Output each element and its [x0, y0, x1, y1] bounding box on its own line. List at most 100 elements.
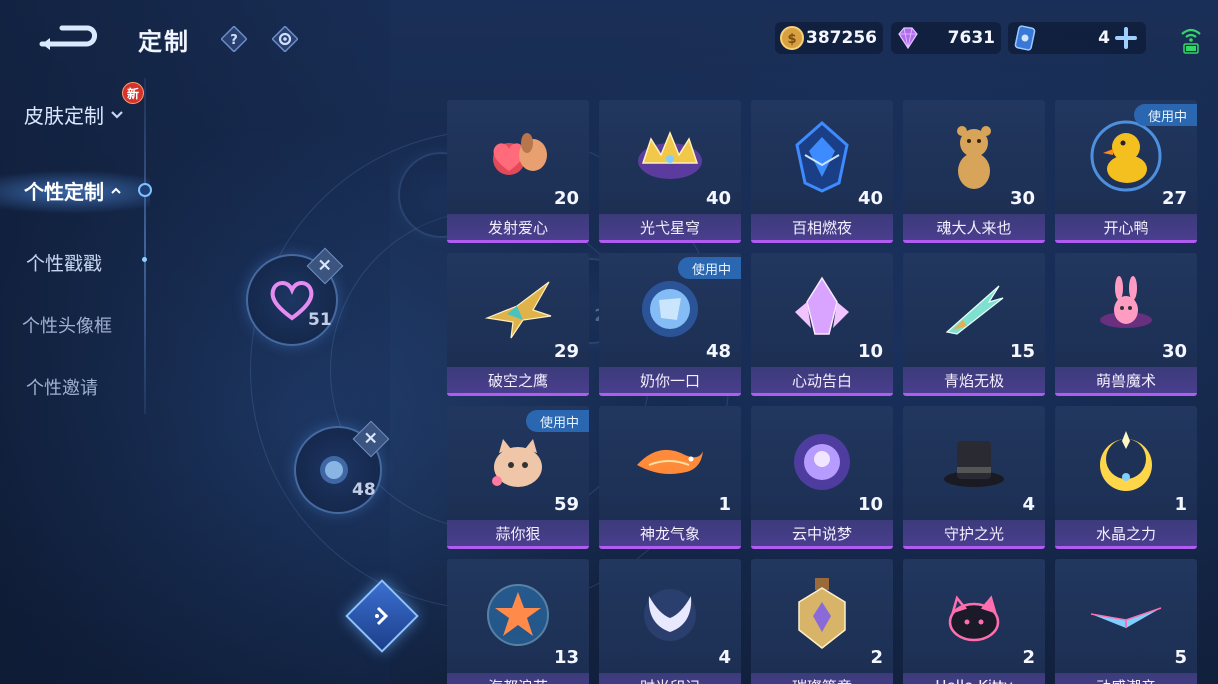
top-hat-icon: [944, 441, 1004, 487]
item-card[interactable]: 48 奶你一口 使用中: [599, 253, 741, 396]
blade-icon: [945, 285, 1004, 335]
item-name: 时光印记: [599, 673, 741, 684]
page-title: 定制: [138, 28, 190, 56]
nav-item-personal-custom[interactable]: 个性定制: [24, 176, 122, 205]
item-card[interactable]: 1 水晶之力: [1055, 406, 1197, 549]
item-card[interactable]: 13 海都浪花: [447, 559, 589, 684]
back-arrow-icon: [39, 25, 97, 50]
ticket-balance: 4: [1008, 22, 1146, 54]
ticket-value: 4: [1098, 28, 1110, 48]
ice-orb-icon: [320, 456, 348, 484]
item-card[interactable]: 59 蒜你狠 使用中: [447, 406, 589, 549]
wings-icon: [644, 589, 696, 641]
nav-active-dot: [138, 183, 152, 197]
item-card[interactable]: 30 魂大人来也: [903, 100, 1045, 243]
nav-dot: [142, 257, 147, 262]
dragon-icon: [637, 449, 703, 474]
coin-icon: $: [780, 26, 804, 50]
item-name: 动感潮音: [1055, 673, 1197, 684]
coin-value: 387256: [806, 28, 877, 48]
item-quantity: 48: [705, 341, 731, 362]
item-card[interactable]: 5 动感潮音: [1055, 559, 1197, 684]
in-use-badge: 使用中: [677, 257, 741, 279]
item-quantity: 2: [870, 647, 883, 668]
item-name: 水晶之力: [1055, 520, 1197, 549]
item-card[interactable]: 29 破空之鹰: [447, 253, 589, 396]
coin-balance: $ 387256: [775, 22, 883, 54]
add-ticket-button[interactable]: [1114, 26, 1138, 50]
nav-item-label: 个性戳戳: [26, 253, 103, 275]
item-card[interactable]: 20 发射爱心: [447, 100, 589, 243]
ticket-icon: [1014, 25, 1036, 51]
item-name: Hello Kitty: [903, 673, 1045, 684]
item-card[interactable]: 10 云中说梦: [751, 406, 893, 549]
help-button[interactable]: ?: [221, 26, 247, 52]
item-name: 蒜你狠: [447, 520, 589, 549]
slot-count: 51: [308, 310, 332, 330]
nav-item-invite[interactable]: 个性邀请: [26, 374, 98, 400]
item-quantity: 59: [553, 494, 579, 515]
item-name: 神龙气象: [599, 520, 741, 549]
glider-icon: [1090, 607, 1162, 628]
item-name: 青焰无极: [903, 367, 1045, 396]
slot-count: 48: [352, 480, 376, 500]
item-card[interactable]: 2 Hello Kitty: [903, 559, 1045, 684]
chevron-up-icon: [111, 187, 121, 194]
nav-skin-custom-dropdown[interactable]: 皮肤定制: [24, 100, 124, 129]
item-quantity: 5: [1174, 647, 1187, 668]
item-quantity: 27: [1161, 188, 1187, 209]
item-name: 守护之光: [903, 520, 1045, 549]
nav-item-avatar-frame[interactable]: 个性头像框: [22, 312, 112, 338]
item-name: 萌兽魔术: [1055, 367, 1197, 396]
new-badge: 新: [122, 82, 144, 104]
nav-track: [144, 78, 146, 414]
item-quantity: 1: [1174, 494, 1187, 515]
item-card[interactable]: 1 神龙气象: [599, 406, 741, 549]
item-quantity: 4: [1022, 494, 1035, 515]
item-name: 云中说梦: [751, 520, 893, 549]
diamond-icon: [898, 27, 918, 50]
item-quantity: 30: [1161, 341, 1187, 362]
gear-icon: [272, 26, 298, 52]
item-name: 光弋星穹: [599, 214, 741, 243]
item-name: 破空之鹰: [447, 367, 589, 396]
back-button[interactable]: [36, 20, 102, 54]
settings-button[interactable]: [272, 26, 298, 52]
item-card[interactable]: 15 青焰无极: [903, 253, 1045, 396]
item-card[interactable]: 2 璀璨篇章: [751, 559, 893, 684]
item-quantity: 15: [1009, 341, 1035, 362]
heart-dog-icon: [493, 133, 547, 175]
item-name: 璀璨篇章: [751, 673, 893, 684]
diamond-value: 7631: [947, 28, 995, 48]
in-use-badge: 使用中: [1133, 104, 1197, 126]
rabbit-icon: [1100, 276, 1152, 328]
item-card[interactable]: 40 百相燃夜: [751, 100, 893, 243]
kitty-icon: [948, 595, 1000, 642]
svg-text:$: $: [787, 32, 796, 47]
item-card[interactable]: 27 开心鸭 使用中: [1055, 100, 1197, 243]
moon-icon: [1100, 431, 1152, 491]
svg-text:?: ?: [230, 33, 238, 48]
item-card[interactable]: 4 守护之光: [903, 406, 1045, 549]
close-icon: ×: [317, 255, 333, 276]
item-quantity: 29: [553, 341, 579, 362]
item-card[interactable]: 4 时光印记: [599, 559, 741, 684]
nav-parent-label: 皮肤定制: [24, 104, 104, 128]
item-grid: 20 发射爱心 40 光弋星穹 40 百相燃夜 30 魂大人来也 27 开心鸭 使用中 29 破空之鹰 4…: [447, 100, 1199, 684]
chevron-right-icon: [375, 606, 389, 626]
starfish-icon: [487, 584, 549, 646]
item-card[interactable]: 40 光弋星穹: [599, 100, 741, 243]
cat-icon: [492, 439, 542, 487]
chevron-down-icon: [111, 110, 123, 119]
wifi-battery-icon: [1181, 28, 1201, 54]
plus-icon: [1115, 27, 1137, 49]
item-quantity: 10: [857, 341, 883, 362]
nav-item-poke[interactable]: 个性戳戳: [26, 249, 102, 276]
item-name: 魂大人来也: [903, 214, 1045, 243]
item-card[interactable]: 30 萌兽魔术: [1055, 253, 1197, 396]
crown-icon: [638, 131, 702, 179]
item-card[interactable]: 10 心动告白: [751, 253, 893, 396]
dream-orb-icon: [794, 434, 850, 490]
eagle-icon: [484, 281, 552, 339]
ice-orb-icon: [642, 281, 698, 337]
